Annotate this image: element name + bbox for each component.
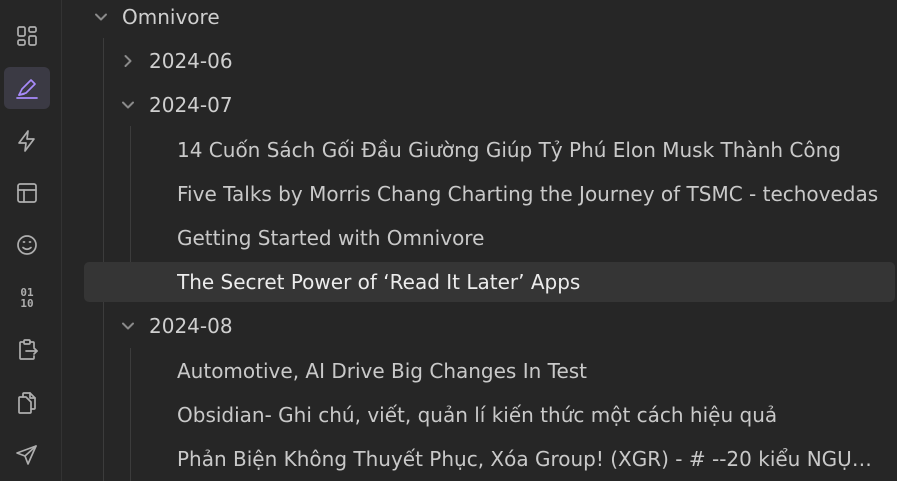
tree-file-item[interactable]: Getting Started with Omnivore [84, 218, 895, 258]
tree-folder-2024-08[interactable]: 2024-08 [84, 306, 895, 346]
tree-folder-label: 2024-08 [149, 314, 233, 338]
clipboard-export-icon [19, 339, 38, 360]
pen-icon [16, 79, 38, 99]
send-icon [16, 445, 37, 465]
chevron-right-icon[interactable] [119, 52, 137, 70]
dashboard-icon [17, 26, 37, 46]
tree-folder-label: 2024-06 [149, 49, 233, 73]
tree-file-label: Five Talks by Morris Chang Charting the … [177, 182, 879, 206]
tree-file-item[interactable]: Obsidian- Ghi chú, viết, quản lí kiến th… [84, 395, 895, 435]
tree-folder-label: Omnivore [122, 5, 220, 29]
tree-file-label: Getting Started with Omnivore [177, 226, 485, 250]
binary-icon: 01 10 [20, 286, 34, 310]
tree-file-label: 14 Cuốn Sách Gối Đầu Giường Giúp Tỷ Phú … [177, 138, 841, 162]
app-window: 01 10 Omnivore 2024-06 2024-07 14 Cuốn S… [0, 0, 897, 481]
ribbon: 01 10 [0, 0, 62, 481]
layout-icon [17, 183, 37, 203]
tree-file-label: The Secret Power of ‘Read It Later’ Apps [177, 270, 581, 294]
chevron-down-icon[interactable] [119, 96, 137, 114]
smiley-icon [17, 235, 37, 255]
tree-file-item-selected[interactable]: The Secret Power of ‘Read It Later’ Apps [84, 262, 895, 302]
tree-file-item[interactable]: 14 Cuốn Sách Gối Đầu Giường Giúp Tỷ Phú … [84, 130, 895, 170]
chevron-down-icon[interactable] [119, 317, 137, 335]
tree-file-label: Phản Biện Không Thuyết Phục, Xóa Group! … [177, 447, 875, 471]
tree-file-label: Obsidian- Ghi chú, viết, quản lí kiến th… [177, 403, 778, 427]
tree-file-item[interactable]: Five Talks by Morris Chang Charting the … [84, 174, 895, 214]
tree-folder-2024-06[interactable]: 2024-06 [84, 41, 895, 81]
smiley-button[interactable] [4, 224, 50, 266]
tree-file-item[interactable]: Automotive, AI Drive Big Changes In Test [84, 351, 895, 391]
clipboard-export-button[interactable] [4, 329, 50, 371]
quick-action-button[interactable] [4, 120, 50, 162]
tree-folder-omnivore[interactable]: Omnivore [84, 0, 895, 37]
chevron-down-icon[interactable] [92, 8, 110, 26]
tree-file-item[interactable]: Phản Biện Không Thuyết Phục, Xóa Group! … [84, 439, 895, 479]
layout-button[interactable] [4, 172, 50, 214]
pen-button[interactable] [4, 67, 50, 109]
lightning-icon [18, 130, 35, 152]
tree-file-label: Automotive, AI Drive Big Changes In Test [177, 359, 588, 383]
binary-button[interactable]: 01 10 [4, 277, 50, 319]
copy-files-button[interactable] [4, 381, 50, 423]
send-button[interactable] [4, 434, 50, 476]
copy-files-icon [18, 392, 36, 414]
tree-folder-2024-07[interactable]: 2024-07 [84, 85, 895, 125]
dashboard-button[interactable] [4, 15, 50, 57]
tree-folder-label: 2024-07 [149, 93, 233, 117]
